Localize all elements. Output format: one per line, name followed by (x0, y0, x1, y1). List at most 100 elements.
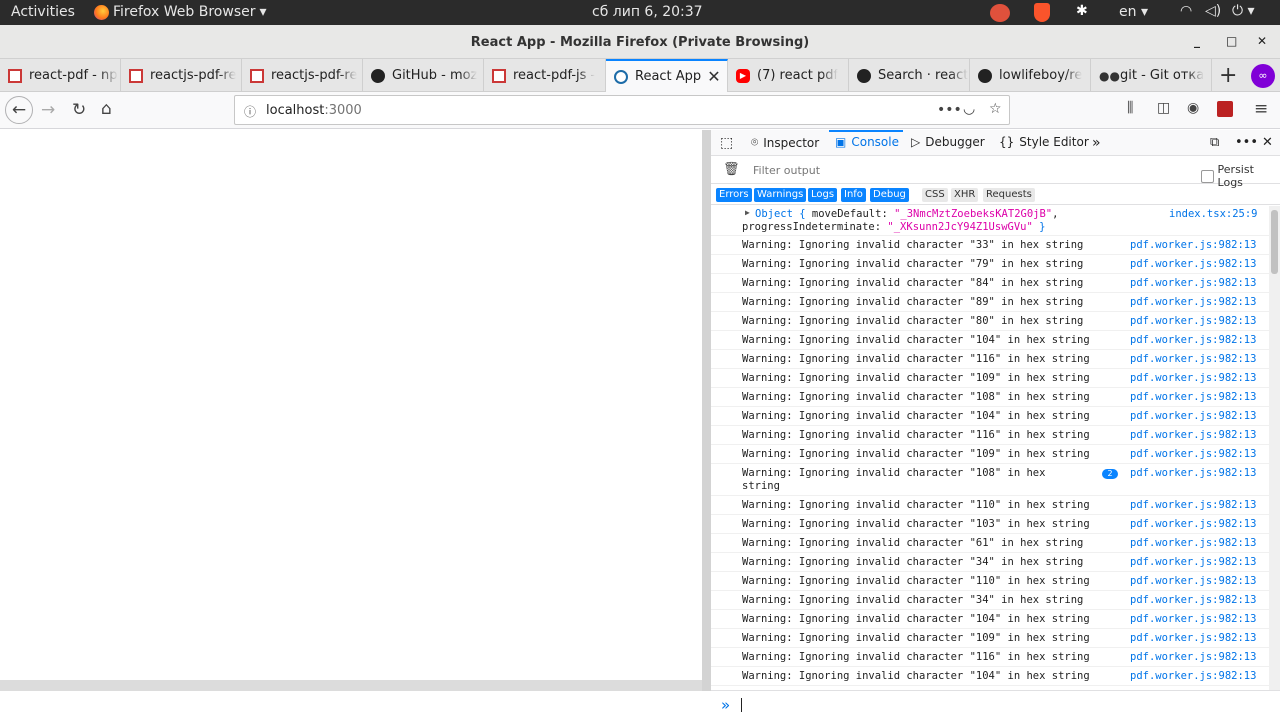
filter-logs[interactable]: Logs (808, 188, 838, 202)
volume-icon[interactable]: ◁) (1205, 3, 1221, 19)
log-row[interactable]: Warning: Ignoring invalid character "109… (711, 629, 1269, 648)
log-row[interactable]: Warning: Ignoring invalid character "103… (711, 515, 1269, 534)
log-row[interactable]: Warning: Ignoring invalid character "110… (711, 496, 1269, 515)
log-row[interactable]: Warning: Ignoring invalid character "116… (711, 648, 1269, 667)
log-source-link[interactable]: pdf.worker.js:982:13 (1130, 410, 1256, 422)
log-source-link[interactable]: pdf.worker.js:982:13 (1130, 575, 1256, 587)
close-window-button[interactable]: ✕ (1257, 34, 1267, 48)
log-row[interactable]: Warning: Ignoring invalid character "104… (711, 667, 1269, 686)
extension-red-icon[interactable] (1217, 101, 1233, 117)
log-row[interactable]: Warning: Ignoring invalid character "116… (711, 350, 1269, 369)
log-source-link[interactable]: pdf.worker.js:982:13 (1130, 353, 1256, 365)
filter-debug[interactable]: Debug (870, 188, 909, 202)
app-menu[interactable]: Firefox Web Browser ▾ (94, 4, 267, 20)
log-source-link[interactable]: pdf.worker.js:982:13 (1130, 651, 1256, 663)
tab[interactable]: Search · react (849, 59, 970, 92)
devtools-splitter[interactable] (702, 130, 711, 691)
chrome-indicator-icon[interactable] (990, 4, 1010, 22)
close-devtools-icon[interactable]: ✕ (1262, 135, 1273, 150)
close-tab-icon[interactable]: ✕ (707, 67, 720, 86)
tab[interactable]: react-pdf-js - (484, 59, 606, 92)
more-tools-button[interactable]: » (1092, 135, 1101, 151)
filter-info[interactable]: Info (841, 188, 866, 202)
log-row[interactable]: Warning: Ignoring invalid character "109… (711, 369, 1269, 388)
activities-button[interactable]: Activities (11, 4, 75, 20)
log-row[interactable]: Warning: Ignoring invalid character "33"… (711, 236, 1269, 255)
tab[interactable]: react-pdf - np (0, 59, 121, 92)
language-indicator[interactable]: en ▾ (1119, 4, 1148, 20)
forward-button[interactable]: → (41, 100, 55, 120)
log-source-link[interactable]: pdf.worker.js:982:13 (1130, 315, 1256, 327)
tab[interactable]: reactjs-pdf-re (121, 59, 242, 92)
tab[interactable]: reactjs-pdf-re (242, 59, 363, 92)
url-text[interactable]: localhost:3000 (266, 103, 362, 118)
wifi-icon[interactable]: ◠ (1180, 3, 1192, 19)
bookmark-star-icon[interactable]: ☆ (989, 101, 1002, 117)
brave-icon[interactable] (1034, 3, 1050, 22)
log-source-link[interactable]: pdf.worker.js:982:13 (1130, 258, 1256, 270)
log-source-link[interactable]: pdf.worker.js:982:13 (1130, 467, 1256, 479)
filter-xhr[interactable]: XHR (951, 188, 979, 202)
tab[interactable]: ▶ (7) react pdf (728, 59, 849, 92)
persist-logs-checkbox[interactable] (1201, 169, 1214, 183)
home-button[interactable]: ⌂ (101, 99, 112, 119)
element-picker-icon[interactable]: ⬚ (720, 135, 733, 151)
minimize-button[interactable]: _ (1194, 34, 1200, 48)
reload-button[interactable]: ↻ (72, 100, 86, 120)
dock-icon[interactable]: ⧉ (1210, 135, 1219, 150)
filter-input[interactable]: Filter output (753, 164, 820, 177)
info-icon[interactable]: ⓘ (244, 103, 256, 120)
log-source-link[interactable]: pdf.worker.js:982:13 (1130, 670, 1256, 682)
log-source-link[interactable]: pdf.worker.js:982:13 (1130, 632, 1256, 644)
log-source-link[interactable]: pdf.worker.js:982:13 (1130, 372, 1256, 384)
log-row[interactable]: Warning: Ignoring invalid character "110… (711, 572, 1269, 591)
log-source-link[interactable]: index.tsx:25:9 (1169, 208, 1258, 220)
log-row[interactable]: Warning: Ignoring invalid character "61"… (711, 534, 1269, 553)
console-input[interactable]: » (711, 690, 1280, 719)
expand-triangle-icon[interactable]: ▶ (745, 208, 750, 217)
log-row[interactable]: Warning: Ignoring invalid character "80"… (711, 312, 1269, 331)
log-row[interactable]: Warning: Ignoring invalid character "104… (711, 610, 1269, 629)
tab[interactable]: ●● git - Git отка (1091, 59, 1212, 92)
clear-console-icon[interactable]: 🗑 (723, 162, 740, 177)
log-row[interactable]: Warning: Ignoring invalid character "79"… (711, 255, 1269, 274)
console-scrollbar-thumb[interactable] (1271, 210, 1278, 274)
log-row[interactable]: Warning: Ignoring invalid character "109… (711, 445, 1269, 464)
back-button[interactable]: ← (5, 96, 33, 124)
log-source-link[interactable]: pdf.worker.js:982:13 (1130, 594, 1256, 606)
log-source-link[interactable]: pdf.worker.js:982:13 (1130, 448, 1256, 460)
log-row[interactable]: Warning: Ignoring invalid character "34"… (711, 591, 1269, 610)
clock[interactable]: сб лип 6, 20:37 (592, 4, 703, 20)
log-source-link[interactable]: pdf.worker.js:982:13 (1130, 334, 1256, 346)
log-row[interactable]: Warning: Ignoring invalid character "89"… (711, 293, 1269, 312)
log-source-link[interactable]: pdf.worker.js:982:13 (1130, 537, 1256, 549)
tab-inspector[interactable]: ⌾ Inspector (751, 135, 819, 150)
console-scrollbar[interactable] (1269, 206, 1280, 690)
tab-style-editor[interactable]: {} Style Editor (999, 135, 1089, 149)
log-row[interactable]: Warning: Ignoring invalid character "104… (711, 331, 1269, 350)
tab[interactable]: lowlifeboy/re (970, 59, 1091, 92)
tab-active[interactable]: React App ✕ (606, 59, 728, 92)
log-row[interactable]: Warning: Ignoring invalid character "34"… (711, 553, 1269, 572)
tab[interactable]: GitHub - moz (363, 59, 484, 92)
log-source-link[interactable]: pdf.worker.js:982:13 (1130, 518, 1256, 530)
log-source-link[interactable]: pdf.worker.js:982:13 (1130, 277, 1256, 289)
log-source-link[interactable]: pdf.worker.js:982:13 (1130, 391, 1256, 403)
log-row[interactable]: Warning: Ignoring invalid character "116… (711, 426, 1269, 445)
sidebar-icon[interactable]: ◫ (1157, 100, 1170, 116)
tab-debugger[interactable]: ▷ Debugger (911, 135, 985, 149)
log-source-link[interactable]: pdf.worker.js:982:13 (1130, 239, 1256, 251)
log-row[interactable]: Warning: Ignoring invalid character "108… (711, 388, 1269, 407)
filter-requests[interactable]: Requests (983, 188, 1035, 202)
log-object-entry[interactable]: ▶ Object { moveDefault: "_3NmcMztZoebeks… (711, 206, 1269, 236)
menu-icon[interactable]: ≡ (1254, 99, 1268, 119)
new-tab-button[interactable]: + (1219, 63, 1237, 88)
maximize-button[interactable]: □ (1226, 34, 1237, 48)
power-icon[interactable]: ⏻ ▾ (1232, 3, 1255, 19)
log-source-link[interactable]: pdf.worker.js:982:13 (1130, 296, 1256, 308)
log-row[interactable]: Warning: Ignoring invalid character "108… (711, 464, 1269, 496)
options-menu-icon[interactable]: ••• (1235, 135, 1258, 150)
library-icon[interactable]: ⫼ (1127, 100, 1133, 116)
horizontal-scrollbar[interactable] (0, 680, 702, 691)
page-actions-button[interactable]: ••• (937, 102, 962, 118)
